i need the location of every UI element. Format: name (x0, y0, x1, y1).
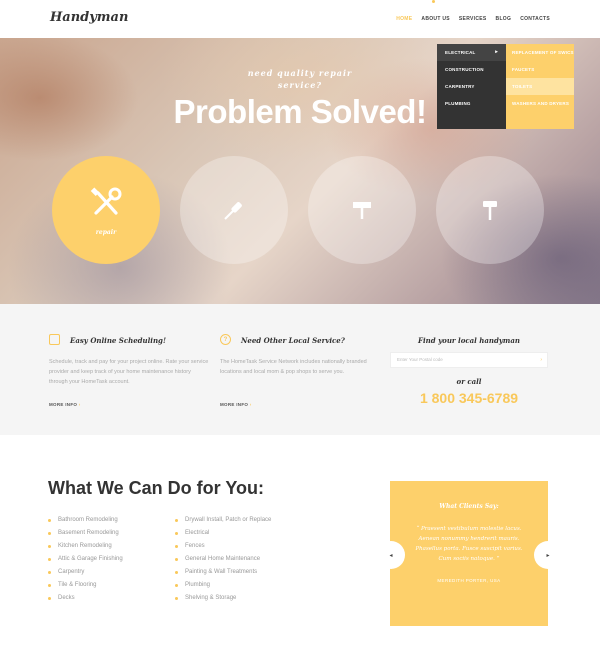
more-info-label: MORE INFO (49, 402, 78, 407)
dropdown-item-carpentry[interactable]: CARPENTRY (437, 78, 506, 95)
list-item[interactable]: Decks (48, 592, 123, 605)
list-item[interactable]: Fences (175, 540, 271, 553)
testimonial-prev-button[interactable]: ◂ (377, 541, 405, 569)
scheduling-title: Easy Online Scheduling! (70, 336, 167, 345)
or-call-label: or call (456, 377, 482, 386)
testimonial-heading: What Clients Say: (439, 503, 499, 510)
service-circle-repair[interactable]: repair (52, 156, 160, 264)
list-item[interactable]: Plumbing (175, 579, 271, 592)
scheduling-more-link[interactable]: MORE INFO › (49, 402, 81, 407)
nav-contacts[interactable]: CONTACTS (520, 16, 550, 22)
postal-code-placeholder: Enter Your Postal code (397, 357, 443, 362)
dropdown-item-electrical[interactable]: ELECTRICAL ▸ (437, 44, 506, 61)
site-logo[interactable]: Handyman (50, 10, 128, 25)
testimonial-next-button[interactable]: ▸ (534, 541, 562, 569)
wrench-screwdriver-icon (90, 186, 122, 215)
hammer-icon (483, 201, 497, 220)
local-service-more-link[interactable]: MORE INFO › (220, 402, 252, 407)
services-list-col2: Drywall Install, Patch or Replace Electr… (175, 514, 271, 605)
nav-indicator-dot (432, 0, 435, 3)
list-item[interactable]: General Home Maintenance (175, 553, 271, 566)
dropdown-sub-item-faucets[interactable]: FAUCETS (506, 61, 574, 78)
list-item[interactable]: Drywall Install, Patch or Replace (175, 514, 271, 527)
arrow-right-icon: › (78, 402, 81, 407)
list-item[interactable]: Shelving & Storage (175, 592, 271, 605)
dropdown-item-construction[interactable]: CONSTRUCTION (437, 61, 506, 78)
finder-title: Find your local handyman (418, 336, 520, 345)
postal-code-input[interactable]: Enter Your Postal code › (390, 352, 548, 368)
screwdriver-icon (224, 202, 242, 220)
local-service-title: Need Other Local Service? (241, 336, 345, 345)
chevron-left-icon: ◂ (389, 552, 393, 559)
list-item[interactable]: Painting & Wall Treatments (175, 566, 271, 579)
list-item[interactable]: Attic & Garage Finishing (48, 553, 123, 566)
testimonial-author: MEREDITH PORTER, USA (437, 578, 501, 583)
dropdown-item-plumbing[interactable]: PLUMBING (437, 95, 506, 112)
dropdown-item-label: ELECTRICAL (445, 50, 476, 55)
dropdown-sub-column: REPLACEMENT OF SWICS FAUCETS TOILETS WAS… (506, 44, 574, 129)
calendar-icon (49, 334, 60, 345)
list-item[interactable]: Electrical (175, 527, 271, 540)
phone-number[interactable]: 1 800 345-6789 (390, 390, 548, 406)
submit-arrow-icon[interactable]: › (540, 353, 542, 367)
service-circle-screwdriver[interactable] (180, 156, 288, 264)
testimonial-quote: “ Praesent vestibulum molestie lacus. Ae… (415, 526, 523, 562)
caret-right-icon: ▸ (495, 49, 498, 55)
services-dropdown-menu: ELECTRICAL ▸ CONSTRUCTION CARPENTRY PLUMB… (437, 44, 574, 129)
dropdown-sub-item-washers[interactable]: WASHERS AND DRYERS (506, 95, 574, 112)
list-item[interactable]: Tile & Flooring (48, 579, 123, 592)
testimonial-card: What Clients Say: “ Praesent vestibulum … (390, 481, 548, 626)
dropdown-sub-item-toilets[interactable]: TOILETS (506, 78, 574, 95)
more-info-label: MORE INFO (220, 402, 249, 407)
chevron-right-icon: ▸ (546, 552, 550, 559)
nav-about-us[interactable]: ABOUT US (421, 16, 450, 22)
arrow-right-icon: › (249, 402, 252, 407)
list-item[interactable]: Kitchen Remodeling (48, 540, 123, 553)
services-list-col1: Bathroom Remodeling Basement Remodeling … (48, 514, 123, 605)
nav-blog[interactable]: BLOG (496, 16, 512, 22)
nav-services[interactable]: SERVICES (459, 16, 487, 22)
services-heading: What We Can Do for You: (48, 478, 264, 498)
dropdown-sub-item-switches[interactable]: REPLACEMENT OF SWICS (506, 44, 574, 61)
scheduling-text: Schedule, track and pay for your project… (49, 359, 209, 385)
local-service-text: The HomeTask Service Network includes na… (220, 359, 367, 375)
list-item[interactable]: Bathroom Remodeling (48, 514, 123, 527)
dropdown-main-column: ELECTRICAL ▸ CONSTRUCTION CARPENTRY PLUMB… (437, 44, 506, 129)
service-circle-paint-roller[interactable] (308, 156, 416, 264)
question-icon: ? (220, 334, 231, 345)
paint-roller-icon (353, 202, 371, 219)
main-nav: HOME ABOUT US SERVICES BLOG CONTACTS (396, 16, 550, 22)
nav-home[interactable]: HOME (396, 16, 412, 22)
list-item[interactable]: Carpentry (48, 566, 123, 579)
service-circle-label: repair (95, 228, 117, 236)
list-item[interactable]: Basement Remodeling (48, 527, 123, 540)
service-circle-hammer[interactable] (436, 156, 544, 264)
